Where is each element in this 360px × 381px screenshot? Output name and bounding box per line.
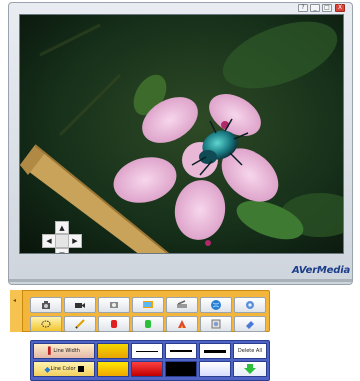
viewer-window: ? _ □ X ▲ ◀ ▶ AVerMedia (8, 2, 353, 285)
monitor-icon (143, 301, 153, 308)
close-button[interactable]: X (335, 4, 345, 12)
maximize-button[interactable]: □ (322, 4, 332, 12)
toolbar-collapse-tab[interactable]: ◂ (10, 290, 23, 332)
green-shape-icon (145, 320, 151, 328)
brand-logo: AVerMedia (291, 265, 350, 276)
snapshot-button[interactable] (98, 297, 130, 313)
eraser-icon (246, 321, 254, 329)
record-button[interactable] (64, 297, 96, 313)
web-button[interactable] (200, 297, 232, 313)
red-shape-icon (111, 320, 117, 328)
apply-color-button[interactable] (233, 361, 267, 377)
pencil-button[interactable] (64, 316, 96, 332)
swatch-yellow[interactable] (97, 343, 129, 359)
current-color-chip (77, 366, 84, 372)
help-button[interactable]: ? (298, 4, 308, 12)
thick-line-icon (204, 349, 226, 353)
scanner-button[interactable] (166, 297, 198, 313)
globe-icon (211, 300, 221, 310)
line-width-label: Line Width (53, 348, 80, 354)
eraser-button[interactable] (234, 316, 266, 332)
pan-right-button[interactable]: ▶ (68, 234, 82, 248)
title-bar: ? _ □ X (9, 3, 352, 14)
line-medium-option[interactable] (165, 343, 197, 359)
flower-beetle-photo (20, 15, 343, 253)
line-width-button[interactable]: ▌ Line Width (33, 343, 95, 359)
draw-tool-icon (178, 320, 186, 328)
arrow-down-icon (244, 364, 256, 374)
video-camera-icon (75, 303, 85, 308)
medium-line-icon (170, 350, 192, 352)
pan-control: ▲ ▼ ◀ ▶ (42, 221, 82, 253)
snapshot-icon (110, 302, 118, 308)
camera-preview[interactable]: ▲ ▼ ◀ ▶ (19, 14, 344, 254)
image-icon (211, 319, 221, 329)
line-color-label: Line Color (50, 366, 76, 372)
minimize-button[interactable]: _ (310, 4, 320, 12)
swatch-red[interactable] (131, 361, 163, 377)
red-shape-button[interactable] (98, 316, 130, 332)
draw-tool-button[interactable] (166, 316, 198, 332)
swatch-white[interactable] (199, 361, 231, 377)
pan-left-button[interactable]: ◀ (42, 234, 56, 248)
lasso-icon (41, 320, 51, 328)
thin-line-icon (136, 350, 158, 352)
green-shape-button[interactable] (132, 316, 164, 332)
settings-button[interactable] (234, 297, 266, 313)
pan-up-button[interactable]: ▲ (55, 221, 69, 234)
line-thin-option[interactable] (131, 343, 163, 359)
lasso-button[interactable] (30, 316, 62, 332)
image-button[interactable] (200, 316, 232, 332)
collapse-arrow-icon: ◂ (13, 297, 17, 304)
line-color-button[interactable]: ◆ Line Color (33, 361, 95, 377)
window-divider (9, 279, 352, 282)
delete-all-label: Delete All (237, 348, 263, 354)
pan-center (55, 234, 69, 248)
pencil-icon (75, 319, 85, 329)
line-thick-option[interactable] (199, 343, 231, 359)
gear-icon (246, 301, 254, 309)
camera-button[interactable] (30, 297, 62, 313)
scanner-icon (177, 300, 187, 308)
delete-all-button[interactable]: Delete All (233, 343, 267, 359)
display-button[interactable] (132, 297, 164, 313)
camera-icon (42, 301, 50, 309)
swatch-gold[interactable] (97, 361, 129, 377)
swatch-black[interactable] (165, 361, 197, 377)
